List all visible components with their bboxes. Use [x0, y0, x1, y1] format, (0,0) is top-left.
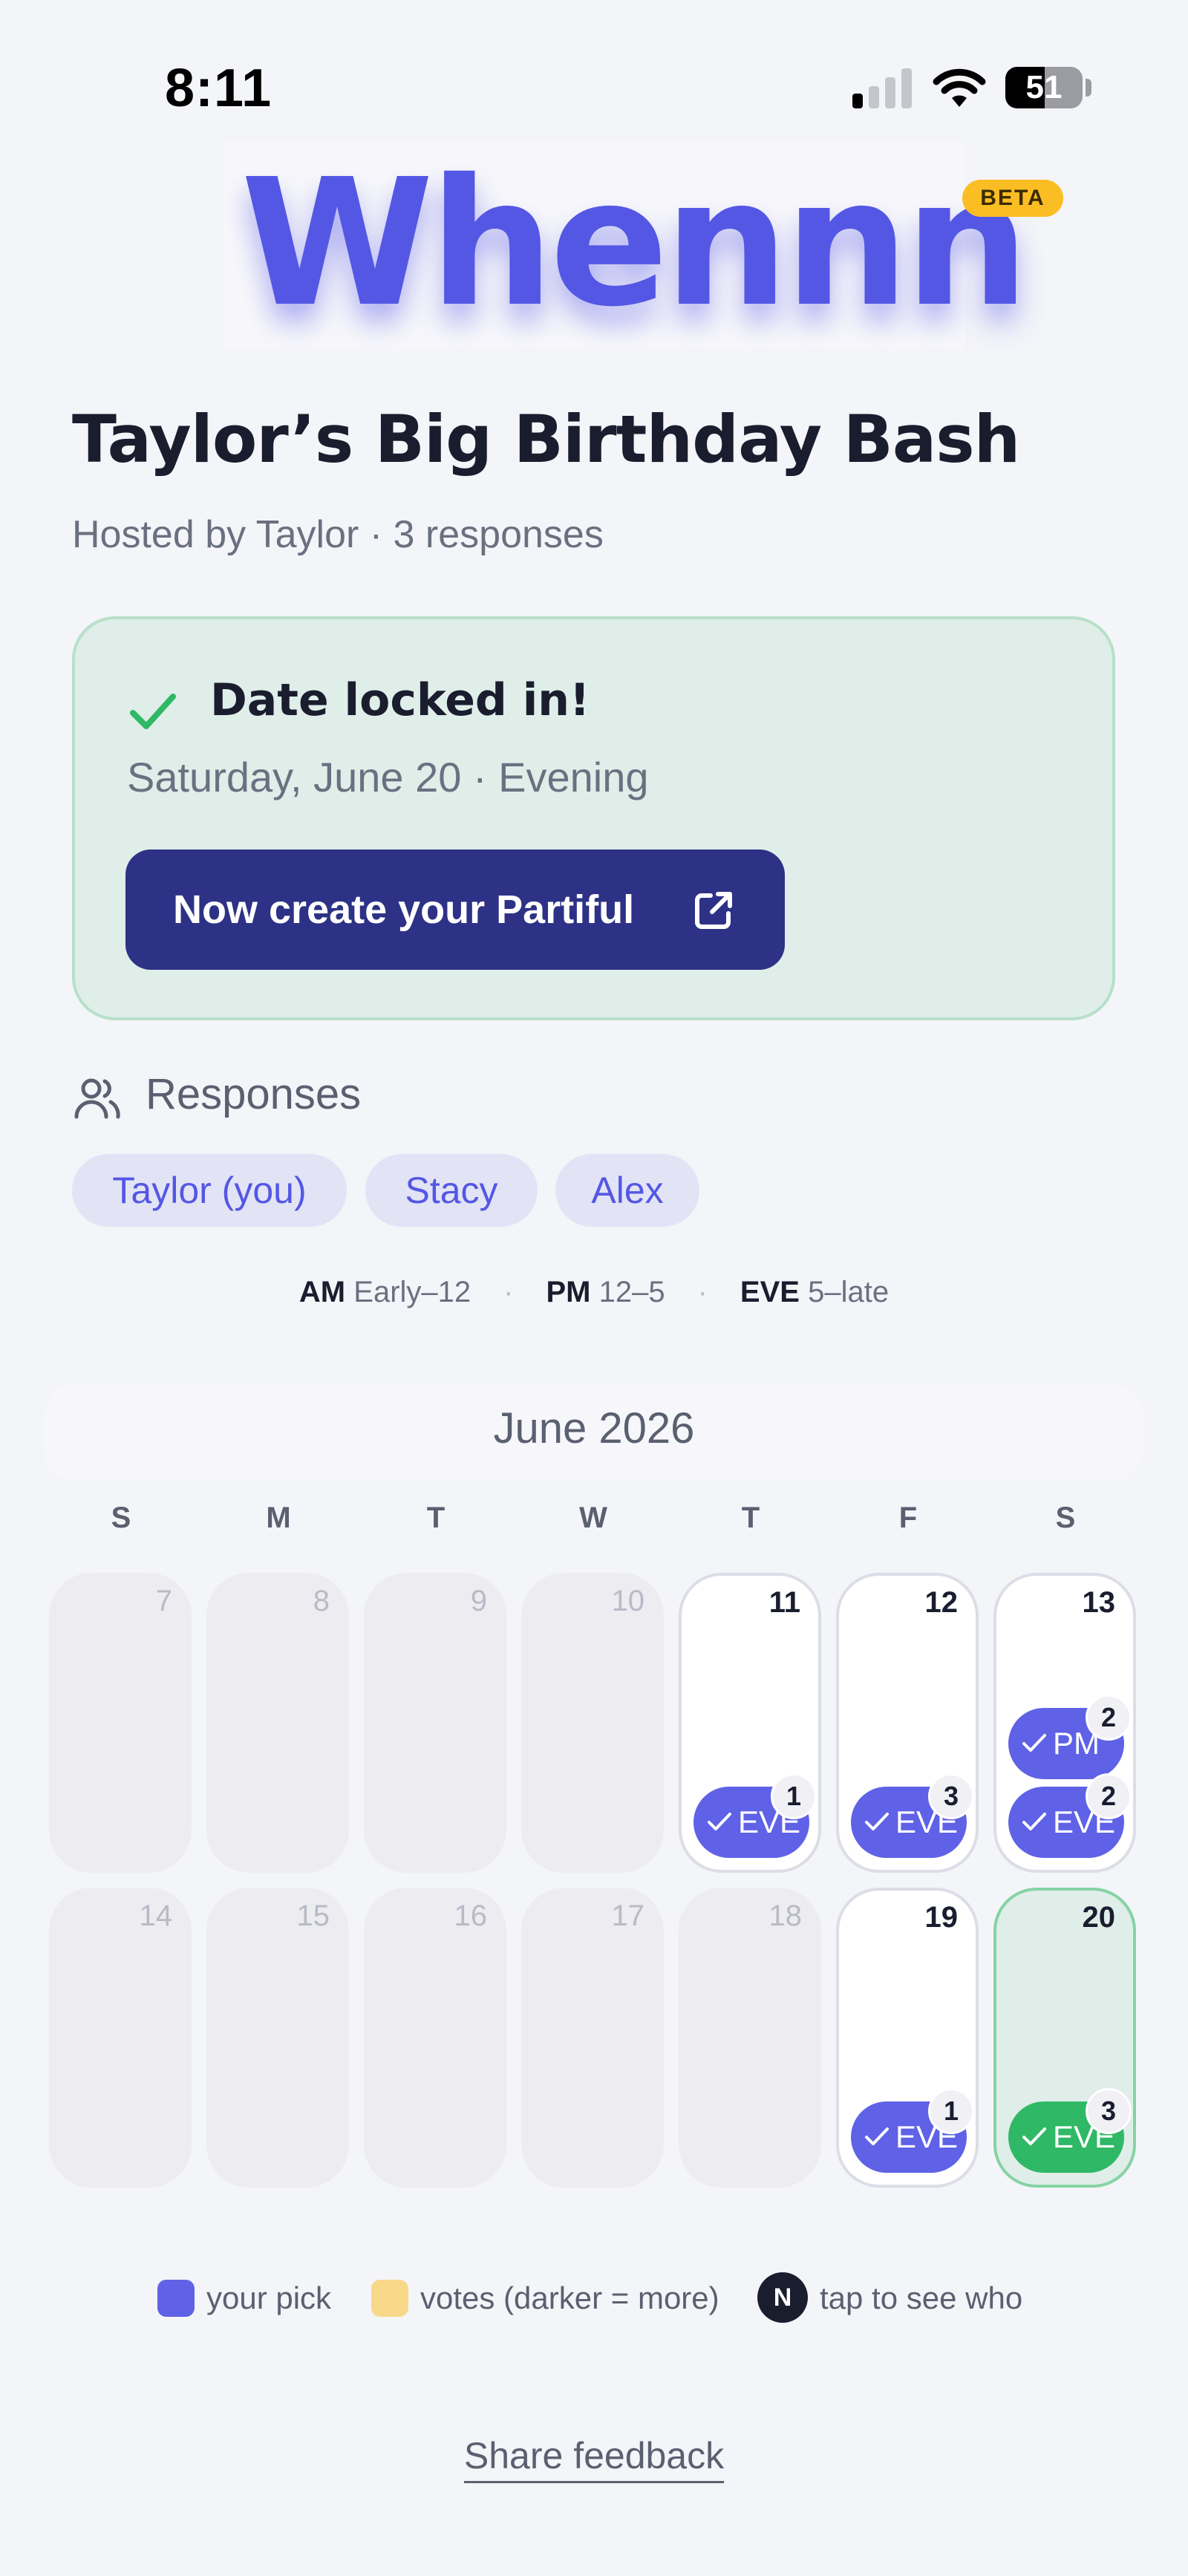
day-number: 16 — [454, 1900, 488, 1932]
day-number: 19 — [924, 1901, 959, 1934]
check-icon — [865, 2127, 889, 2145]
calendar-day-17: 17 — [521, 1888, 664, 2188]
calendar-day-7: 7 — [49, 1573, 192, 1873]
battery-icon: 51 — [1005, 67, 1083, 108]
votes-swatch — [371, 2280, 408, 2317]
weekday-label: W — [579, 1501, 607, 1534]
status-time: 8:11 — [165, 59, 272, 118]
locked-date: Saturday, June 20 · Evening — [127, 754, 649, 800]
calendar-day-16: 16 — [364, 1888, 506, 2188]
locked-title: Date locked in! — [210, 674, 590, 726]
event-subtitle: Hosted by Taylor · 3 responses — [72, 513, 604, 556]
slot-separator: · — [503, 1276, 514, 1308]
day-number: 13 — [1082, 1586, 1116, 1619]
day-number: 20 — [1082, 1901, 1116, 1934]
date-locked-card: Date locked in! Saturday, June 20 · Even… — [72, 616, 1115, 1020]
external-link-icon — [695, 892, 732, 929]
day-number: 7 — [155, 1585, 172, 1617]
respondent-chip-alex[interactable]: Alex — [555, 1154, 699, 1227]
slot-pm-key: PM — [546, 1276, 591, 1308]
day-number: 9 — [470, 1585, 487, 1617]
respondent-chip-taylor[interactable]: Taylor (you) — [72, 1154, 347, 1227]
day-number: 17 — [611, 1900, 645, 1932]
calendar-month: June 2026 — [493, 1404, 695, 1452]
logo-banner: Whennn — [223, 141, 1029, 349]
calendar-day-18: 18 — [679, 1888, 821, 2188]
vote-count-badge[interactable]: 3 — [1086, 2088, 1132, 2134]
weekday-label: T — [426, 1501, 446, 1534]
share-feedback-link[interactable]: Share feedback — [463, 2435, 725, 2483]
votes-label: votes (darker = more) — [420, 2280, 719, 2315]
time-slot-legend: AM Early–12 · PM 12–5 · EVE 5–late — [0, 1276, 1188, 1309]
responses-heading: Responses — [146, 1070, 362, 1118]
share-feedback-link-wrap: Share feedback — [0, 2434, 1188, 2483]
vote-count-badge[interactable]: 2 — [1086, 1695, 1132, 1741]
users-icon — [74, 1078, 120, 1119]
weekday-label: F — [898, 1501, 918, 1534]
vote-count-badge[interactable]: 1 — [771, 1773, 817, 1819]
signal-icon — [852, 67, 915, 108]
check-icon — [130, 694, 176, 729]
vote-count-badge[interactable]: 3 — [928, 1773, 974, 1819]
check-icon — [1022, 1812, 1046, 1830]
vote-count-badge[interactable]: 2 — [1086, 1773, 1132, 1819]
weekday-label: M — [266, 1501, 291, 1534]
event-title: Taylor’s Big Birthday Bash — [72, 401, 1020, 477]
day-number: 15 — [296, 1900, 330, 1932]
day-number: 12 — [924, 1586, 959, 1619]
calendar-day-12[interactable]: 12 EVE 3 — [836, 1573, 979, 1873]
slot-separator: · — [697, 1276, 708, 1308]
respondent-chip-stacy[interactable]: Stacy — [365, 1154, 538, 1227]
day-number: 14 — [139, 1900, 173, 1932]
create-partiful-label: Now create your Partiful — [173, 887, 635, 932]
check-icon — [1022, 2127, 1046, 2145]
slot-eve-key: EVE — [740, 1276, 800, 1308]
slot-eve-range: 5–late — [808, 1276, 890, 1308]
check-icon — [708, 1812, 731, 1830]
your-pick-swatch — [157, 2280, 195, 2317]
calendar-legend: your pick votes (darker = more) N tap to… — [0, 2272, 1188, 2324]
calendar-day-13[interactable]: 13 PM 2 EVE 2 — [993, 1573, 1136, 1873]
battery-level: 51 — [1025, 69, 1063, 105]
day-number: 11 — [768, 1586, 800, 1619]
slot-pm-range: 12–5 — [598, 1276, 665, 1308]
calendar-day-10: 10 — [521, 1573, 664, 1873]
calendar-day-8: 8 — [206, 1573, 349, 1873]
battery-cap — [1086, 79, 1091, 97]
create-partiful-button[interactable]: Now create your Partiful — [125, 850, 785, 970]
calendar-day-14: 14 — [49, 1888, 192, 2188]
your-pick-label: your pick — [206, 2280, 332, 2315]
weekday-label: S — [111, 1501, 131, 1534]
wifi-icon — [933, 68, 986, 107]
day-number: 10 — [611, 1585, 645, 1617]
day-number: 8 — [313, 1585, 330, 1617]
slot-am-key: AM — [298, 1276, 346, 1308]
vote-count-badge[interactable]: 1 — [928, 2088, 974, 2134]
calendar-day-15: 15 — [206, 1888, 349, 2188]
check-icon — [1022, 1733, 1046, 1752]
day-number: 18 — [768, 1900, 803, 1932]
check-icon — [865, 1812, 889, 1830]
calendar-day-19[interactable]: 19 EVE 1 — [836, 1888, 979, 2188]
weekday-label: T — [741, 1501, 760, 1534]
calendar-day-11[interactable]: 11 EVE 1 — [679, 1573, 821, 1873]
calendar-day-9: 9 — [364, 1573, 506, 1873]
slot-am-range: Early–12 — [353, 1276, 471, 1308]
app-logo: Whennn — [241, 141, 1029, 345]
weekday-label: S — [1055, 1501, 1076, 1534]
calendar-day-20-locked[interactable]: 20 EVE 3 — [993, 1888, 1136, 2188]
beta-badge: BETA — [962, 180, 1063, 217]
tap-label: tap to see who — [820, 2280, 1023, 2315]
count-badge-sample: N — [757, 2272, 808, 2323]
